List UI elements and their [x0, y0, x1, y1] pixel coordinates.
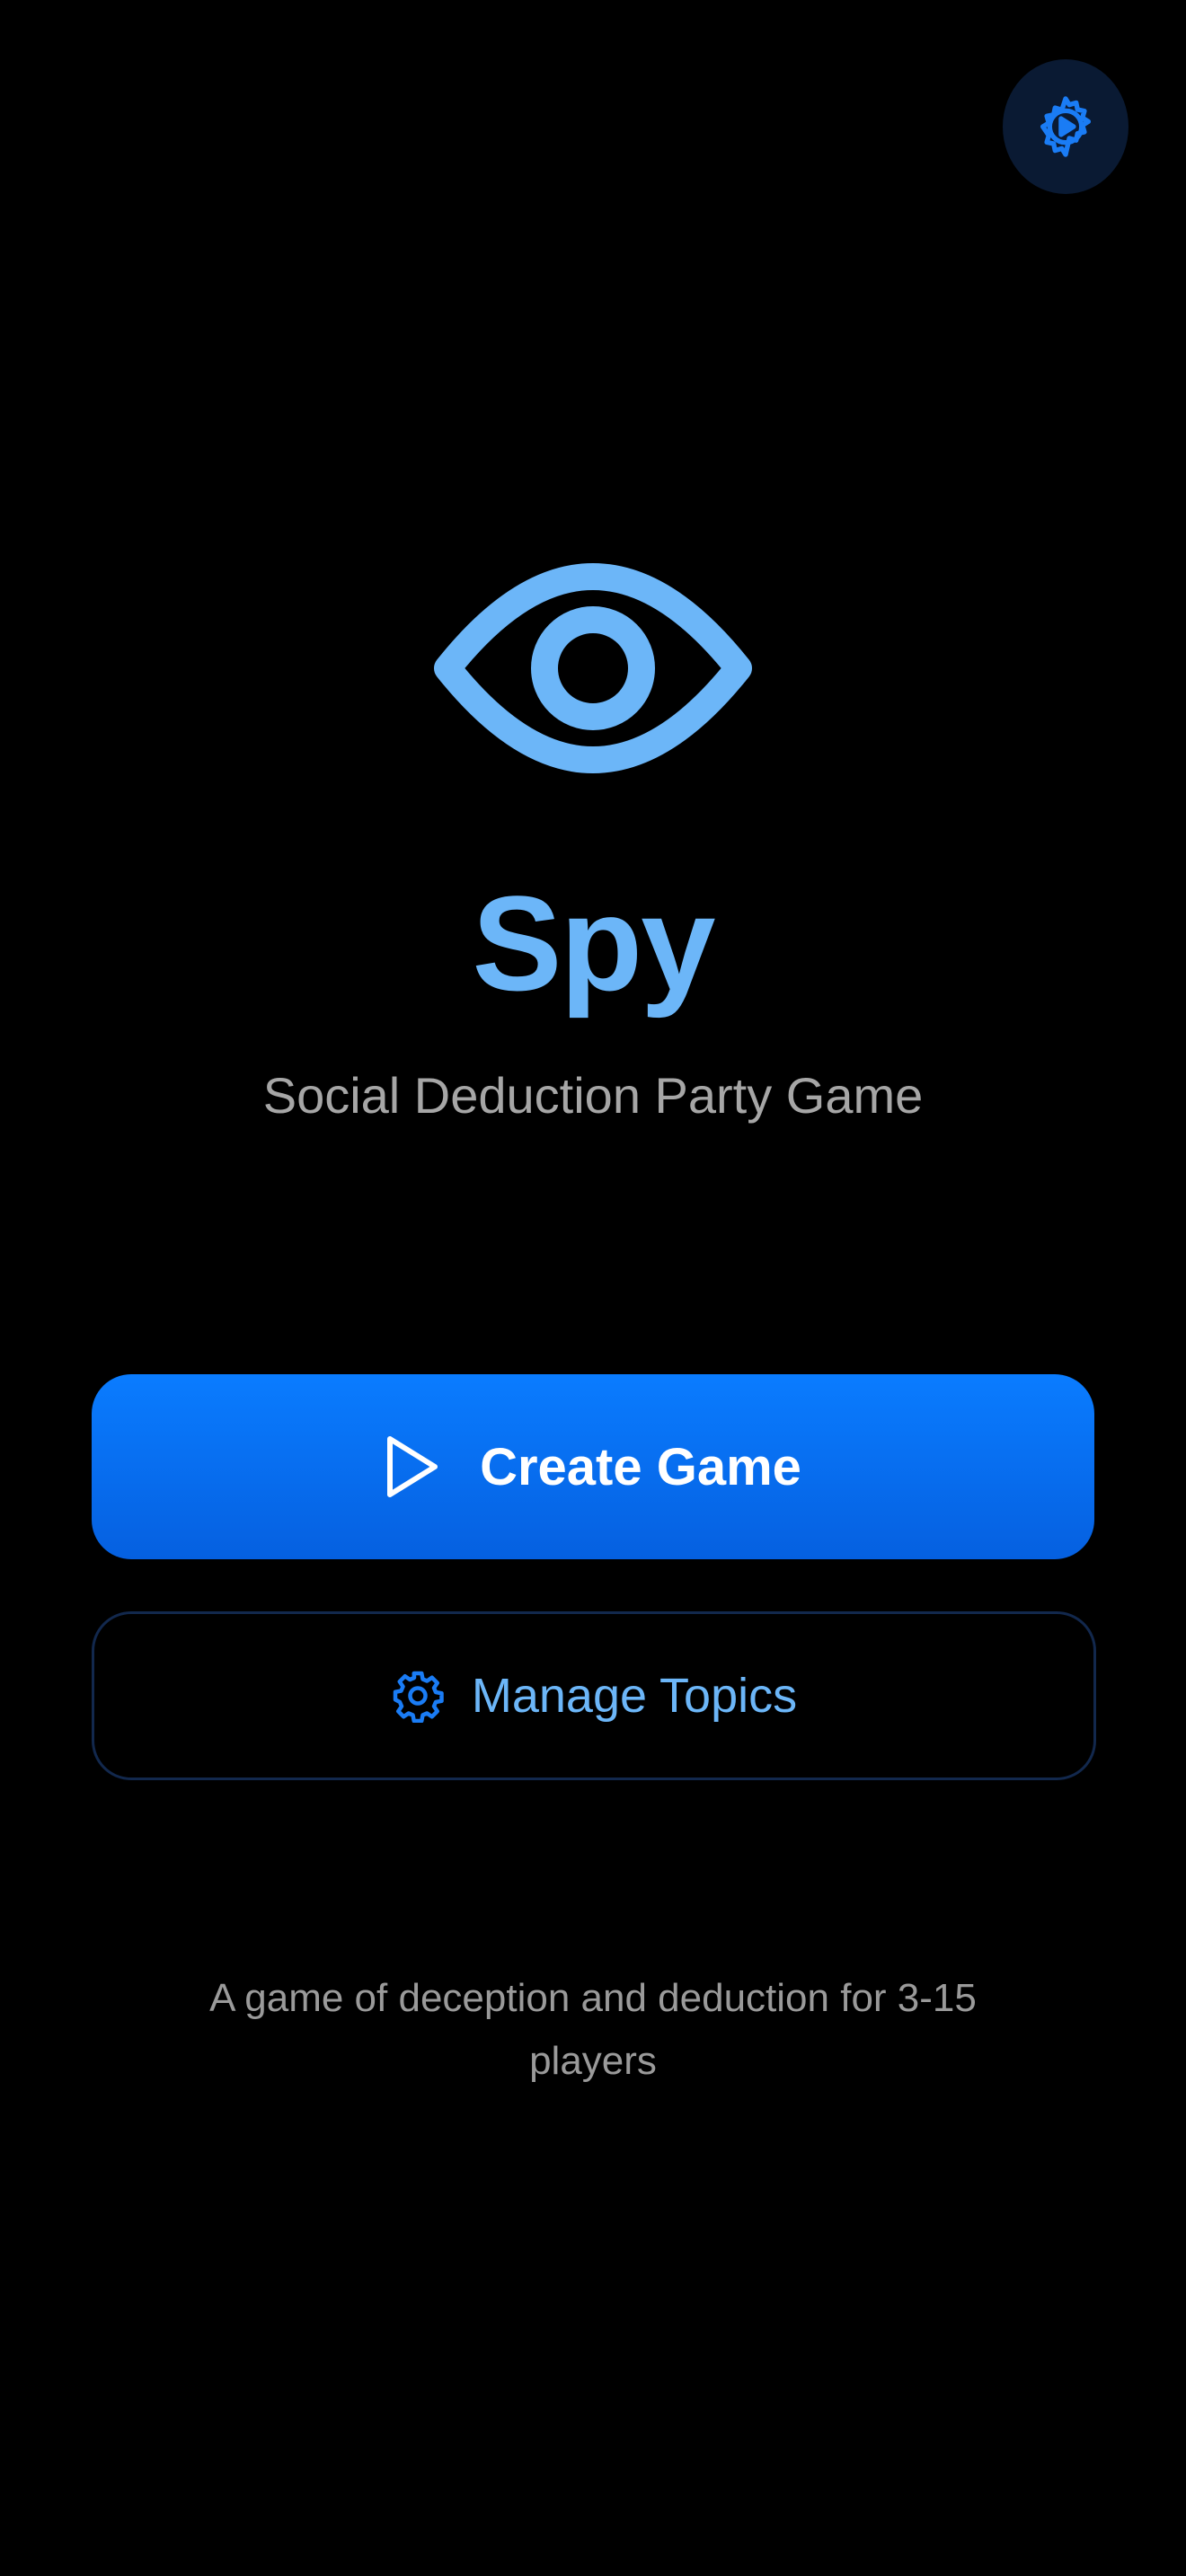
eye-icon — [434, 563, 752, 773]
settings-button[interactable] — [1003, 59, 1128, 194]
app-subtitle: Social Deduction Party Game — [262, 1067, 924, 1124]
play-icon — [387, 1436, 438, 1497]
footer-description: A game of deception and deduction for 3-… — [209, 1976, 977, 2083]
create-game-button[interactable]: Create Game — [92, 1374, 1094, 1559]
create-game-label: Create Game — [480, 1437, 801, 1496]
app-title: Spy — [472, 868, 715, 1019]
manage-topics-label: Manage Topics — [471, 1669, 798, 1723]
gear-icon — [393, 1671, 444, 1723]
gear-play-icon — [1040, 96, 1092, 157]
manage-topics-button[interactable]: Manage Topics — [92, 1611, 1096, 1780]
